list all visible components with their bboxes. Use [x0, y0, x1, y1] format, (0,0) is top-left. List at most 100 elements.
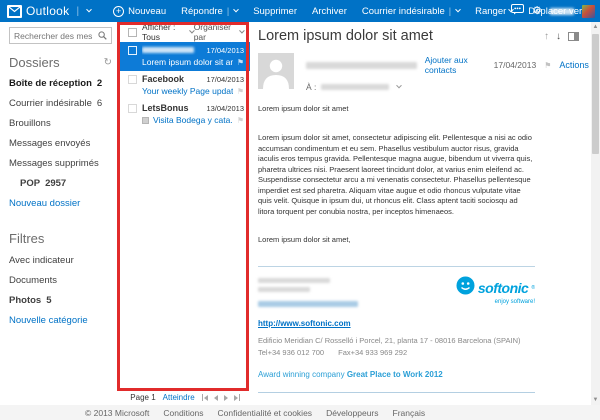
- top-bar-right: ⚙: [511, 0, 595, 22]
- flag-icon[interactable]: ⚑: [544, 61, 551, 70]
- redacted-recipient: [321, 84, 390, 90]
- new-button[interactable]: + Nouveau: [113, 5, 166, 17]
- reply-button[interactable]: Répondre |: [181, 6, 240, 17]
- signature-address: Edificio Meridian C/ Rosselló i Porcel, …: [258, 336, 521, 345]
- chevron-down-icon: [233, 6, 240, 13]
- logo-divider: |: [76, 5, 80, 17]
- redacted-username[interactable]: [550, 7, 574, 15]
- sidebar-item-junk[interactable]: Courrier indésirable 6: [9, 98, 112, 109]
- flag-icon[interactable]: ⚑: [237, 87, 244, 96]
- sidebar-item-photos[interactable]: Photos 5: [9, 295, 112, 306]
- refresh-icon[interactable]: ↻: [104, 57, 112, 68]
- reading-pane-toggle-icon[interactable]: [568, 31, 579, 41]
- sidebar-item-documents[interactable]: Documents: [9, 275, 112, 286]
- copyright-text: © 2013 Microsoft: [85, 407, 150, 418]
- reading-pane: Lorem ipsum dolor sit amet ↑ ↓ Ajouter a…: [250, 22, 591, 405]
- avatar[interactable]: [582, 4, 595, 18]
- select-all-checkbox[interactable]: [128, 27, 137, 37]
- sweep-button[interactable]: Ranger: [475, 6, 515, 17]
- redacted-signature-email: [258, 301, 358, 307]
- sender-avatar[interactable]: [258, 53, 294, 89]
- message-row[interactable]: LetsBonus 13/04/2013 Visita Bodega y cat…: [120, 100, 250, 129]
- footer-link-privacy[interactable]: Confidentialité et cookies: [218, 408, 313, 418]
- outlook-logo[interactable]: Outlook |: [7, 4, 92, 18]
- sidebar-item-deleted[interactable]: Messages supprimés: [9, 158, 112, 169]
- goto-page-link[interactable]: Atteindre: [163, 393, 195, 402]
- message-checkbox[interactable]: [128, 74, 137, 84]
- previous-message-icon[interactable]: ↑: [544, 31, 549, 42]
- email-date: 17/04/2013: [493, 60, 537, 70]
- sender-block: Ajouter aux contacts 17/04/2013 ⚑ Action…: [258, 53, 591, 92]
- search-input[interactable]: [14, 30, 98, 41]
- messenger-icon[interactable]: [511, 2, 525, 20]
- new-category-link[interactable]: Nouvelle catégorie: [9, 315, 112, 326]
- next-message-icon[interactable]: ↓: [556, 31, 561, 42]
- sidebar-item-sent[interactable]: Messages envoyés: [9, 138, 112, 149]
- actions-dropdown[interactable]: Actions: [559, 60, 591, 70]
- folder-list: Boîte de réception 2 Courrier indésirable…: [9, 78, 112, 189]
- softonic-wordmark: softonic: [477, 280, 529, 296]
- message-subject: Lorem ipsum dolor sit amet: [142, 57, 233, 67]
- archive-button[interactable]: Archiver: [312, 6, 347, 17]
- message-date: 17/04/2013: [206, 45, 244, 55]
- junk-button[interactable]: Courrier indésirable |: [362, 6, 461, 17]
- search-icon[interactable]: [98, 27, 107, 45]
- delete-button[interactable]: Supprimer: [253, 6, 297, 17]
- chevron-down-icon: [239, 27, 245, 34]
- next-page-button[interactable]: [223, 394, 228, 401]
- footer-link-language[interactable]: Français: [393, 408, 426, 418]
- plus-circle-icon: +: [113, 5, 125, 17]
- message-list-header: Afficher : Tous Organiser par: [120, 22, 250, 42]
- page-indicator: Page 1: [130, 393, 156, 402]
- scrollbar-thumb[interactable]: [592, 34, 599, 154]
- award-link[interactable]: Great Place to Work 2012: [347, 370, 443, 379]
- message-subject: Visita Bodega y cata. ...: [153, 115, 233, 125]
- app-title: Outlook: [26, 4, 70, 18]
- filters-header: Filtres: [9, 231, 112, 246]
- message-checkbox[interactable]: [128, 103, 137, 113]
- filter-dropdown[interactable]: Afficher : Tous: [142, 22, 195, 42]
- body-greeting: Lorem ipsum dolor sit amet: [258, 104, 349, 113]
- body-paragraph: Lorem ipsum dolor sit amet, consectetur …: [258, 133, 533, 216]
- sidebar-item-inbox[interactable]: Boîte de réception 2: [9, 78, 112, 89]
- first-page-button[interactable]: [201, 394, 208, 401]
- sidebar-item-drafts[interactable]: Brouillons: [9, 118, 112, 129]
- award-line: Award winning company Great Place to Wor…: [258, 370, 443, 379]
- gear-icon[interactable]: ⚙: [532, 5, 542, 17]
- footer-link-developers[interactable]: Développeurs: [326, 408, 378, 418]
- softonic-url-link[interactable]: http://www.softonic.com: [258, 319, 351, 328]
- to-label: À :: [306, 82, 317, 92]
- reading-pane-scrollbar[interactable]: ▲ ▼: [591, 22, 600, 405]
- redacted-signature-title: [258, 287, 310, 292]
- filter-list: Avec indicateur Documents Photos 5: [9, 255, 112, 306]
- chevron-down-icon[interactable]: [396, 82, 403, 89]
- message-row-selected[interactable]: 17/04/2013 Lorem ipsum dolor sit amet ⚑: [120, 42, 250, 71]
- scroll-up-icon[interactable]: ▲: [591, 24, 600, 30]
- message-sender: Facebook: [142, 74, 185, 84]
- chevron-down-icon[interactable]: [86, 6, 92, 13]
- add-to-contacts-link[interactable]: Ajouter aux contacts: [425, 55, 486, 75]
- new-folder-link[interactable]: Nouveau dossier: [9, 198, 112, 209]
- flag-icon[interactable]: ⚑: [237, 116, 244, 125]
- sidebar-item-pop[interactable]: POP 2957: [9, 178, 112, 189]
- pagination-nav: [201, 394, 240, 401]
- redacted-sender: [142, 47, 194, 53]
- attachment-thumbnail-icon: [142, 116, 149, 124]
- search-box[interactable]: [9, 27, 112, 44]
- folder-sidebar: Dossiers ↻ Boîte de réception2 Courrier …: [0, 22, 120, 405]
- message-checkbox[interactable]: [128, 45, 137, 55]
- sidebar-item-flagged[interactable]: Avec indicateur: [9, 255, 112, 266]
- signature-divider: [258, 266, 535, 267]
- body-closing: Lorem ipsum dolor sit amet,: [258, 235, 351, 244]
- flag-icon[interactable]: ⚑: [237, 58, 244, 67]
- redacted-signature-name: [258, 278, 330, 283]
- footer-bar: © 2013 Microsoft Conditions Confidential…: [0, 405, 600, 420]
- footer-link-terms[interactable]: Conditions: [163, 408, 203, 418]
- outlook-envelope-icon: [7, 4, 22, 18]
- message-row[interactable]: Facebook 17/04/2013 Your weekly Page upd…: [120, 71, 250, 100]
- last-page-button[interactable]: [233, 394, 240, 401]
- email-body: Lorem ipsum dolor sit amet Lorem ipsum d…: [258, 104, 535, 405]
- prev-page-button[interactable]: [213, 394, 218, 401]
- scroll-down-icon[interactable]: ▼: [591, 397, 600, 403]
- organize-dropdown[interactable]: Organiser par: [194, 22, 245, 42]
